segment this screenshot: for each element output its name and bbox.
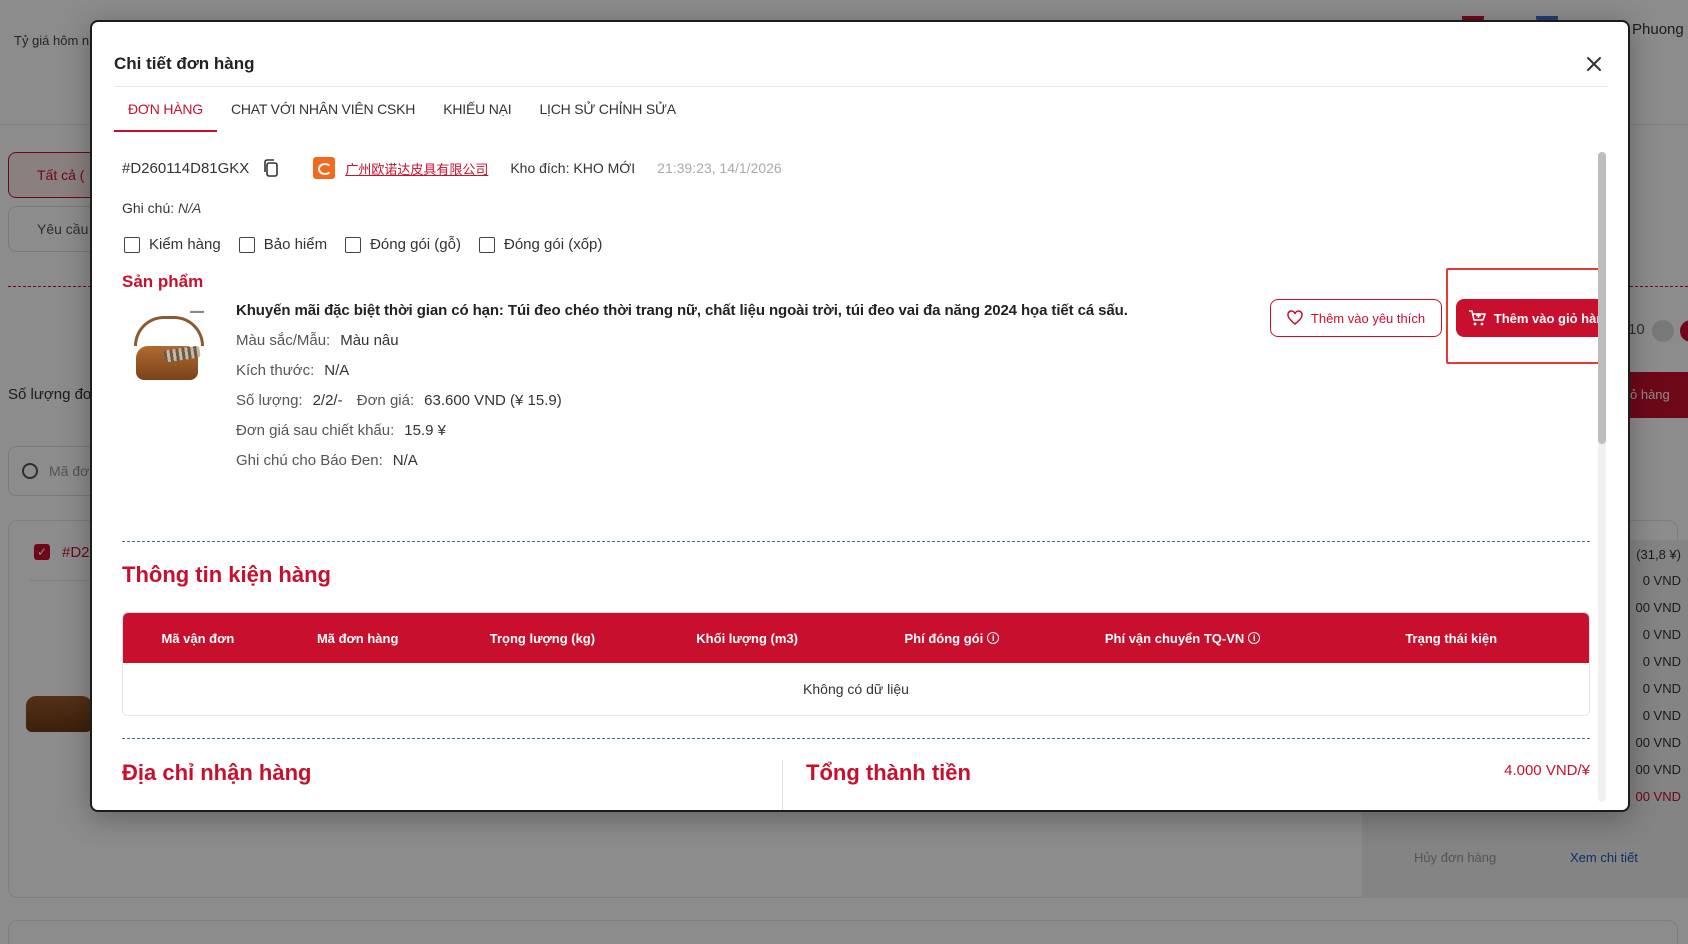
package-table: Mã vận đơn Mã đơn hàng Trọng lượng (kg) …	[122, 612, 1590, 716]
product-title[interactable]: Khuyến mãi đặc biệt thời gian có hạn: Tú…	[236, 302, 1128, 319]
tab-complaint[interactable]: KHIẾU NẠI	[429, 86, 525, 132]
close-icon[interactable]	[1580, 50, 1608, 78]
option-wood-packing[interactable]: Đóng gói (gỗ)	[345, 236, 461, 253]
total-heading: Tổng thành tiền	[806, 760, 971, 785]
products-heading: Sản phẩm	[122, 272, 204, 291]
cart-plus-icon	[1468, 310, 1486, 326]
quantity-label: Số lượng:	[236, 392, 303, 409]
divider	[122, 738, 1590, 739]
address-heading: Địa chỉ nhận hàng	[122, 760, 312, 785]
modal-tabs: ĐƠN HÀNG CHAT VỚI NHÂN VIÊN CSKH KHIẾU N…	[114, 86, 690, 132]
note-value: N/A	[178, 200, 202, 216]
order-timestamp: 21:39:23, 14/1/2026	[657, 160, 782, 176]
info-icon[interactable]: i	[1248, 632, 1261, 644]
package-info-heading: Thông tin kiện hàng	[122, 562, 331, 587]
product-note-value: N/A	[392, 452, 418, 469]
column-package-status: Trạng thái kiện	[1405, 630, 1498, 646]
size-value: N/A	[324, 362, 350, 379]
info-icon[interactable]: i	[987, 632, 1000, 644]
empty-state: Không có dữ liệu	[123, 663, 1589, 715]
copy-icon[interactable]	[261, 158, 281, 178]
discount-value: 15.9 ¥	[404, 422, 446, 439]
column-weight: Trọng lượng (kg)	[489, 630, 596, 646]
option-insurance[interactable]: Bảo hiểm	[238, 236, 328, 253]
shop-name-link[interactable]: 广州欧诺达皮具有限公司	[345, 159, 488, 178]
option-foam-packing[interactable]: Đóng gói (xốp)	[478, 236, 603, 253]
note-label: Ghi chú:	[122, 200, 175, 216]
divider	[122, 541, 1590, 542]
color-value: Màu nâu	[340, 332, 399, 349]
product-color: Màu sắc/Mẫu: Màu nâu	[236, 332, 399, 349]
modal-title: Chi tiết đơn hàng	[114, 54, 255, 73]
option-label: Đóng gói (gỗ)	[370, 236, 461, 253]
quantity-value: 2/2/-	[312, 392, 343, 409]
column-volume: Khối lượng (m3)	[696, 630, 798, 646]
product-discount-price: Đơn giá sau chiết khấu: 15.9 ¥	[236, 422, 446, 439]
order-id: #D260114D81GKX	[122, 159, 250, 177]
column-packing-fee: Phí đóng gói i	[852, 631, 1052, 646]
checkbox[interactable]	[238, 236, 255, 253]
add-to-cart-button[interactable]: Thêm vào giỏ hàng	[1456, 299, 1600, 337]
table-header: Mã vận đơn Mã đơn hàng Trọng lượng (kg) …	[123, 613, 1589, 663]
column-order-code: Mã đơn hàng	[316, 630, 399, 646]
cart-button-label: Thêm vào giỏ hàng	[1493, 310, 1600, 326]
price-value: 63.600 VND (¥ 15.9)	[424, 392, 562, 409]
option-label: Đóng gói (xốp)	[503, 236, 603, 253]
exchange-rate-value: 4.000 VND/¥	[1504, 762, 1590, 779]
add-to-wishlist-button[interactable]: Thêm vào yêu thích	[1270, 299, 1442, 337]
product-image[interactable]: ▬▬	[124, 308, 210, 398]
product-size: Kích thước: N/A	[236, 362, 349, 379]
scrollbar[interactable]	[1598, 152, 1606, 802]
destination-warehouse: Kho đích: KHO MỚI	[510, 160, 636, 176]
option-label: Bảo hiểm	[263, 236, 328, 253]
product-note-label: Ghi chú cho Báo Đen:	[236, 452, 383, 469]
service-options: Kiểm hàng Bảo hiểm Đóng gói (gỗ) Đóng gó…	[124, 236, 620, 253]
product-item: ▬▬ Khuyến mãi đặc biệt thời gian có hạn:…	[122, 268, 1600, 502]
color-label: Màu sắc/Mẫu:	[236, 332, 331, 349]
price-label: Đơn giá:	[356, 392, 415, 409]
column-shipping-fee: Phí vận chuyển TQ-VN i	[1052, 631, 1314, 646]
order-info-row: #D260114D81GKX 广州欧诺达皮具有限公司 Kho đích: KHO…	[122, 156, 782, 180]
checkbox[interactable]	[478, 236, 495, 253]
tab-edit-history[interactable]: LỊCH SỬ CHỈNH SỬA	[525, 86, 689, 132]
order-detail-modal: Chi tiết đơn hàng ĐƠN HÀNG CHAT VỚI NHÂN…	[90, 20, 1630, 812]
tab-chat-support[interactable]: CHAT VỚI NHÂN VIÊN CSKH	[217, 86, 429, 132]
scrollbar-thumb[interactable]	[1598, 152, 1606, 444]
tab-order[interactable]: ĐƠN HÀNG	[114, 86, 217, 132]
shop-logo-icon	[313, 157, 336, 179]
discount-label: Đơn giá sau chiết khấu:	[236, 422, 395, 439]
divider	[782, 760, 783, 810]
wishlist-button-label: Thêm vào yêu thích	[1310, 310, 1426, 326]
checkbox[interactable]	[345, 236, 362, 253]
order-note: Ghi chú: N/A	[122, 200, 201, 216]
heart-icon	[1287, 310, 1303, 325]
size-label: Kích thước:	[236, 362, 315, 379]
checkbox[interactable]	[124, 236, 140, 253]
column-tracking-code: Mã vận đơn	[161, 630, 235, 646]
option-label: Kiểm hàng	[149, 236, 221, 253]
modal-content[interactable]: #D260114D81GKX 广州欧诺达皮具有限公司 Kho đích: KHO…	[92, 132, 1600, 810]
product-quantity-price: Số lượng: 2/2/- Đơn giá: 63.600 VND (¥ 15.…	[236, 392, 562, 409]
option-inspection[interactable]: Kiểm hàng	[124, 236, 221, 253]
product-note: Ghi chú cho Báo Đen: N/A	[236, 452, 418, 469]
